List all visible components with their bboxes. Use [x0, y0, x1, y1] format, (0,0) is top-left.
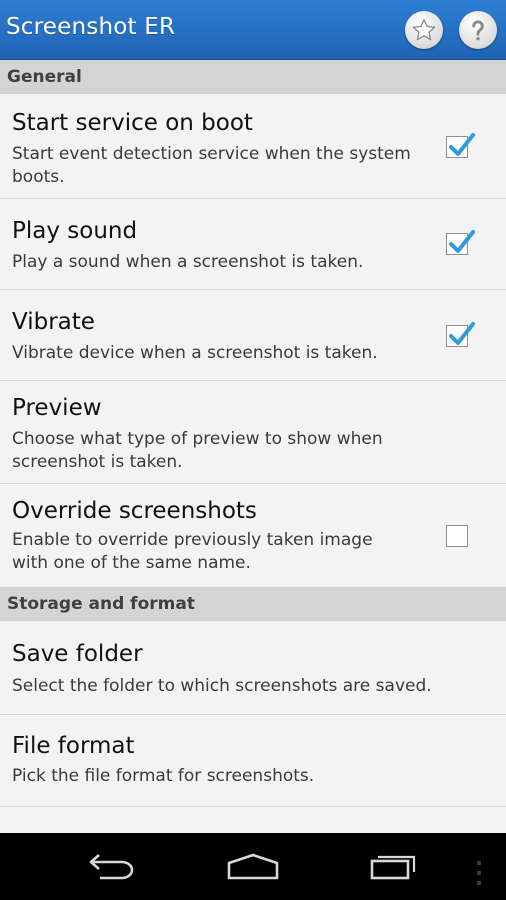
pref-summary: Choose what type of preview to show when…	[12, 429, 383, 472]
vibrate-checkbox[interactable]	[446, 322, 475, 347]
app-bar: Screenshot ER	[0, 0, 506, 60]
back-button[interactable]	[86, 851, 138, 885]
pref-vibrate[interactable]: Vibrate Vibrate device when a screenshot…	[0, 290, 506, 381]
home-icon	[227, 853, 279, 880]
pref-preview[interactable]: Preview Choose what type of preview to s…	[0, 381, 506, 484]
overflow-menu-icon	[477, 861, 481, 885]
pref-title: Vibrate	[12, 309, 95, 335]
checkmark-icon	[449, 133, 475, 156]
pref-title: Preview	[12, 395, 102, 421]
pref-title: File format	[12, 733, 135, 759]
pref-summary: Enable to override previously taken imag…	[12, 530, 373, 573]
help-button[interactable]	[459, 11, 497, 49]
system-nav-bar	[0, 833, 506, 900]
pref-summary: Start event detection service when the s…	[12, 144, 411, 187]
pref-title: Override screenshots	[12, 498, 257, 524]
pref-summary: Pick the file format for screenshots.	[12, 766, 315, 786]
recent-apps-icon	[370, 855, 416, 880]
app-title: Screenshot ER	[6, 14, 176, 40]
pref-start-service-on-boot[interactable]: Start service on boot Start event detect…	[0, 94, 506, 199]
pref-next-item-partial[interactable]	[0, 807, 506, 833]
star-icon	[412, 19, 436, 41]
override-screenshots-checkbox[interactable]	[446, 525, 468, 547]
checkmark-icon	[449, 230, 475, 253]
overflow-menu-button[interactable]	[474, 859, 484, 891]
question-icon	[472, 20, 484, 41]
pref-override-screenshots[interactable]: Override screenshots Enable to override …	[0, 484, 506, 587]
pref-save-folder[interactable]: Save folder Select the folder to which s…	[0, 621, 506, 715]
rate-button[interactable]	[405, 11, 443, 49]
recent-apps-button[interactable]	[366, 851, 420, 885]
pref-summary: Select the folder to which screenshots a…	[12, 676, 432, 696]
pref-play-sound[interactable]: Play sound Play a sound when a screensho…	[0, 199, 506, 290]
start-service-checkbox[interactable]	[446, 133, 475, 158]
play-sound-checkbox[interactable]	[446, 230, 475, 255]
section-header-general: General	[0, 60, 506, 94]
pref-summary: Vibrate device when a screenshot is take…	[12, 343, 378, 363]
back-arrow-icon	[89, 854, 134, 880]
home-button[interactable]	[225, 851, 281, 885]
pref-summary: Play a sound when a screenshot is taken.	[12, 252, 364, 272]
checkmark-icon	[449, 322, 475, 345]
pref-title: Play sound	[12, 218, 138, 244]
pref-title: Start service on boot	[12, 110, 253, 136]
section-header-storage: Storage and format	[0, 587, 506, 621]
pref-title: Save folder	[12, 641, 143, 667]
pref-file-format[interactable]: File format Pick the file format for scr…	[0, 715, 506, 807]
